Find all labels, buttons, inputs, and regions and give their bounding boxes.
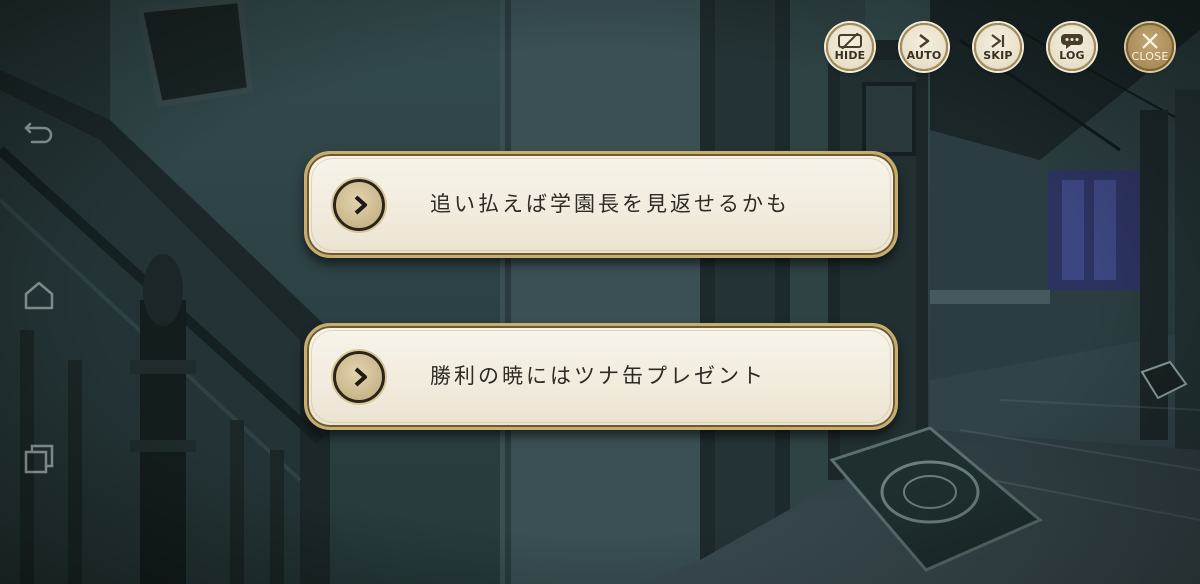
skip-button[interactable]: SKIP — [974, 23, 1022, 71]
hide-label: HIDE — [834, 48, 866, 62]
close-button[interactable]: CLOSE — [1126, 23, 1174, 71]
log-label: LOG — [1059, 48, 1085, 62]
auto-button[interactable]: AUTO — [900, 23, 948, 71]
log-button[interactable]: LOG — [1048, 23, 1096, 71]
choice-option-1-text: 追い払えば学園長を見返せるかも — [430, 192, 790, 216]
recents-icon[interactable] — [22, 442, 56, 476]
choice-option-2[interactable]: 勝利の暁にはツナ缶プレゼント — [304, 323, 898, 430]
close-x-icon — [1141, 32, 1159, 50]
chat-bubble-icon — [1060, 33, 1084, 49]
play-arrow-icon — [333, 351, 385, 403]
play-arrow-icon — [333, 179, 385, 231]
hide-button[interactable]: HIDE — [826, 23, 874, 71]
auto-label: AUTO — [906, 48, 942, 62]
eye-slash-icon — [838, 32, 862, 49]
home-icon[interactable] — [22, 278, 56, 312]
skip-label: SKIP — [983, 48, 1013, 62]
hallway-background — [0, 0, 1200, 584]
play-chevron-icon — [916, 33, 932, 49]
choice-option-2-text: 勝利の暁にはツナ缶プレゼント — [430, 364, 766, 388]
choice-option-1[interactable]: 追い払えば学園長を見返せるかも — [304, 151, 898, 258]
back-icon[interactable] — [22, 114, 56, 148]
skip-icon — [989, 33, 1007, 49]
close-label: CLOSE — [1131, 49, 1169, 63]
